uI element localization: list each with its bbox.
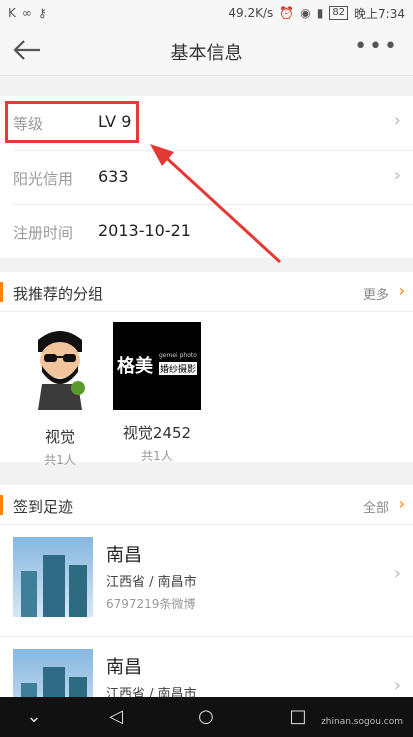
place-weibo-count: 6797219条微博 — [106, 597, 196, 611]
signal-icon: ▮ — [316, 6, 324, 20]
clock: 晚上7:34 — [354, 6, 405, 21]
logo-tag: 婚纱摄影 — [159, 362, 198, 375]
groups-section-header: 我推荐的分组 更多 › — [0, 272, 413, 312]
watermark: zhinan.sogou.com — [321, 717, 403, 727]
avatar — [16, 322, 104, 410]
triangle-back-icon: ◁ — [109, 706, 123, 727]
notification-icon: ∞ — [21, 6, 32, 20]
logo-sub: gemei photo — [159, 352, 197, 359]
nav-back-button[interactable]: ◁ — [104, 705, 128, 729]
annotation-arrow — [150, 144, 282, 264]
info-value: 633 — [98, 167, 129, 186]
more-button[interactable]: ••• — [354, 34, 399, 59]
place-location: 江西省 / 南昌市 — [106, 575, 197, 590]
group-count: 共1人 — [141, 449, 173, 463]
section-accent-bar — [0, 495, 3, 515]
app-bar: 基本信息 ••• — [0, 26, 413, 76]
place-item[interactable]: 南昌 江西省 / 南昌市 6797219条微博 › — [0, 525, 413, 639]
place-photo — [13, 649, 93, 697]
section-accent-bar — [0, 282, 3, 302]
hide-keyboard-button[interactable]: ⌄ — [22, 705, 46, 729]
chevron-right-icon: › — [393, 675, 401, 696]
groups-card: 视觉 共1人 格美 gemei photo 婚纱摄影 视觉2452 共1人 — [0, 312, 413, 467]
chevron-down-icon: ⌄ — [26, 706, 42, 727]
place-location: 江西省 / 南昌市 — [106, 687, 197, 697]
chevron-right-icon: › — [393, 110, 401, 131]
place-name: 南昌 — [106, 545, 142, 566]
info-label: 阳光信用 — [13, 170, 74, 188]
alarm-icon: ⏰ — [279, 6, 295, 20]
group-item[interactable]: 视觉 共1人 — [15, 322, 105, 468]
chevron-right-icon: › — [398, 494, 405, 513]
group-count: 共1人 — [44, 453, 76, 467]
nav-recent-button[interactable]: □ — [286, 705, 310, 729]
place-name: 南昌 — [106, 657, 142, 678]
section-title: 签到足迹 — [13, 498, 74, 516]
network-speed: 49.2K/s — [228, 6, 274, 20]
circle-home-icon: ○ — [198, 706, 214, 727]
group-logo: 格美 gemei photo 婚纱摄影 — [113, 322, 201, 410]
place-photo — [13, 537, 93, 617]
section-title: 我推荐的分组 — [13, 285, 104, 303]
group-name: 视觉2452 — [122, 424, 192, 442]
more-dots-icon: ••• — [354, 34, 399, 59]
battery-indicator: 82 — [329, 6, 349, 20]
checkin-all-link[interactable]: 全部 — [363, 497, 389, 516]
group-item[interactable]: 格美 gemei photo 婚纱摄影 视觉2452 共1人 — [112, 322, 202, 464]
page-title: 基本信息 — [170, 43, 243, 64]
notification-icon: K — [8, 6, 16, 20]
info-label: 注册时间 — [13, 224, 74, 242]
chevron-right-icon: › — [393, 563, 401, 584]
group-name: 视觉 — [44, 428, 75, 446]
nav-home-button[interactable]: ○ — [194, 705, 218, 729]
groups-more-link[interactable]: 更多 — [363, 284, 389, 303]
square-recent-icon: □ — [289, 706, 307, 727]
checkin-section-header: 签到足迹 全部 › — [0, 485, 413, 525]
notification-icon: ⚷ — [37, 6, 47, 20]
wifi-icon: ◉ — [300, 6, 311, 20]
chevron-right-icon: › — [393, 165, 401, 186]
chevron-right-icon: › — [398, 281, 405, 300]
system-nav-bar: ⌄ ◁ ○ □ zhinan.sogou.com — [0, 697, 413, 737]
status-bar: K ∞ ⚷ 49.2K/s ⏰ ◉ ▮ 82 晚上7:34 — [0, 0, 413, 26]
highlight-box — [5, 101, 139, 143]
place-item[interactable]: 南昌 江西省 / 南昌市 › — [0, 637, 413, 697]
logo-text: 格美 — [117, 356, 153, 377]
